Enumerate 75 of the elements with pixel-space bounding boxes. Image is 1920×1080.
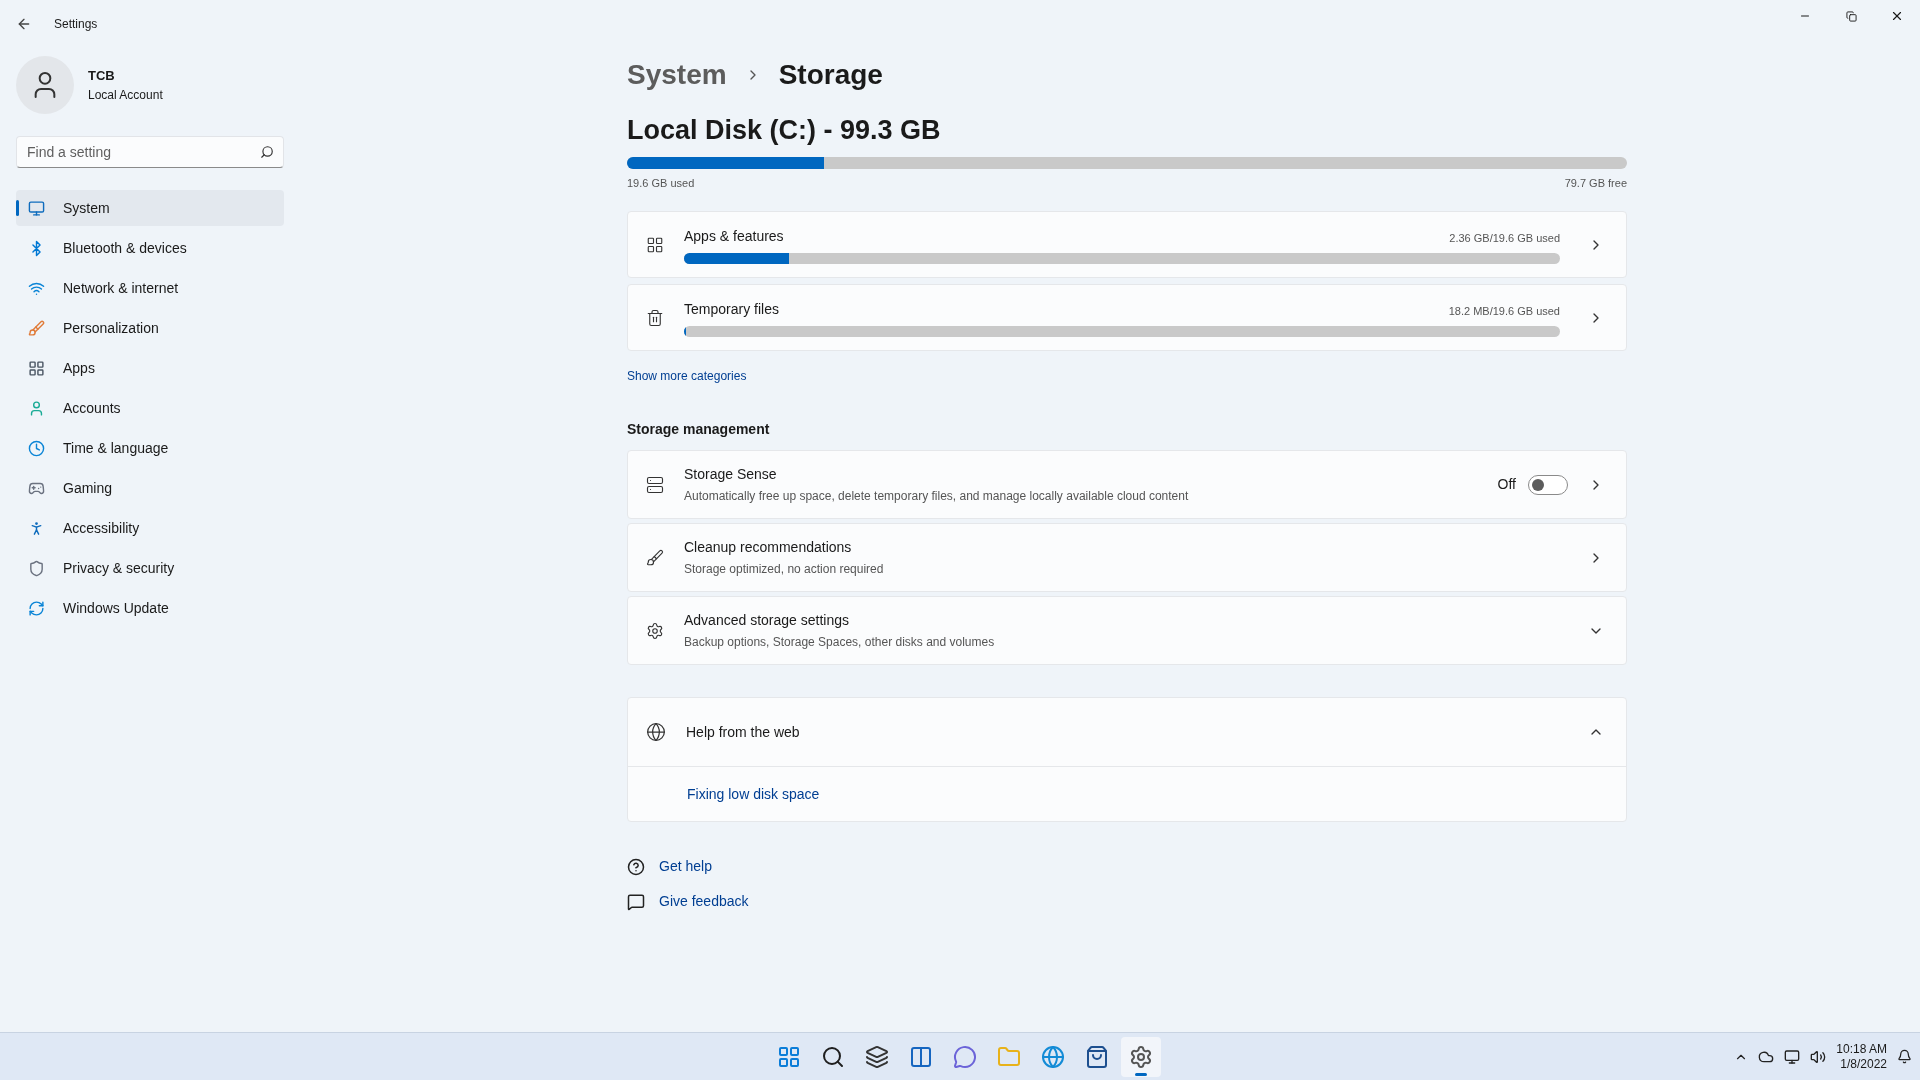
category-title: Apps & features	[684, 226, 784, 246]
nav-item[interactable]: Bluetooth & devices	[16, 230, 284, 266]
widgets-icon	[909, 1044, 933, 1069]
drive-icon	[646, 475, 664, 494]
nav-item[interactable]: Personalization	[16, 310, 284, 346]
setting-description: Automatically free up space, delete temporary files, and manage locally available cloud content	[684, 488, 1190, 505]
chat-icon	[953, 1044, 977, 1069]
help-icon	[627, 857, 645, 876]
shield-icon	[28, 559, 45, 577]
footer-link[interactable]: Get help	[659, 856, 712, 877]
search-icon	[821, 1044, 845, 1069]
apps-icon	[646, 235, 664, 254]
free-label: 79.7 GB free	[1564, 175, 1627, 191]
setting-description: Backup options, Storage Spaces, other disks and volumes	[684, 634, 996, 651]
gear-icon	[646, 621, 664, 640]
account-type: Local Account	[88, 86, 163, 104]
search-field[interactable]: Find a setting	[16, 136, 284, 168]
setting-description: Storage optimized, no action required	[684, 561, 885, 578]
person-icon	[28, 399, 45, 417]
task-view-icon	[865, 1044, 889, 1069]
store-icon	[1085, 1044, 1109, 1069]
nav-item[interactable]: Network & internet	[16, 270, 284, 306]
clock-icon	[28, 439, 45, 457]
window-title: Settings	[54, 16, 98, 33]
nav-item[interactable]: Gaming	[16, 470, 284, 506]
nav-item[interactable]: System	[16, 190, 284, 226]
settings-icon	[1129, 1044, 1153, 1069]
setting-card[interactable]: Storage Sense Automatically free up space, delete temporary files, and manage locally available cloud content Off	[627, 450, 1627, 519]
volume-icon[interactable]	[1810, 1048, 1827, 1065]
setting-card[interactable]: Cleanup recommendations Storage optimized, no action required	[627, 523, 1627, 592]
account-name: TCB	[88, 67, 116, 86]
category-usage: 18.2 MB/19.6 GB used	[1448, 304, 1560, 319]
setting-title: Cleanup recommendations	[684, 538, 853, 557]
apps-icon	[28, 359, 45, 377]
nav-item[interactable]: Windows Update	[16, 590, 284, 626]
restore-icon	[1845, 10, 1857, 22]
back-button[interactable]	[16, 16, 32, 32]
setting-title: Advanced storage settings	[684, 611, 850, 630]
clock-date: 1/8/2022	[1840, 1056, 1887, 1072]
section-heading: Storage management	[627, 420, 771, 439]
footer-link[interactable]: Give feedback	[659, 891, 749, 912]
search-icon	[260, 145, 274, 159]
clock-time: 10:18 AM	[1836, 1041, 1887, 1057]
nav-item[interactable]: Accounts	[16, 390, 284, 426]
toggle-state-label: Off	[1497, 475, 1516, 494]
brush-icon	[28, 319, 45, 337]
nav-item[interactable]: Apps	[16, 350, 284, 386]
setting-title: Storage Sense	[684, 465, 778, 484]
taskbar-button[interactable]	[1121, 1036, 1161, 1077]
category-card[interactable]: Apps & features 2.36 GB/19.6 GB used	[627, 211, 1627, 278]
feedback-icon	[627, 892, 645, 911]
used-label: 19.6 GB used	[627, 175, 695, 191]
nav-item[interactable]: Accessibility	[16, 510, 284, 546]
setting-card[interactable]: Advanced storage settings Backup options, Storage Spaces, other disks and volumes	[627, 596, 1627, 665]
refresh-icon	[28, 599, 45, 617]
close-icon	[1890, 9, 1904, 23]
disk-title: Local Disk (C:) - 99.3 GB	[627, 114, 942, 147]
page-title: Storage	[778, 58, 883, 92]
category-usage: 2.36 GB/19.6 GB used	[1449, 231, 1560, 246]
monitor-icon[interactable]	[1784, 1048, 1801, 1065]
help-link[interactable]: Fixing low disk space	[687, 783, 820, 805]
show-more-link[interactable]: Show more categories	[627, 367, 747, 385]
trash-icon	[646, 308, 664, 327]
globe-icon	[646, 722, 666, 742]
category-card[interactable]: Temporary files 18.2 MB/19.6 GB used	[627, 284, 1627, 351]
toggle-switch[interactable]	[1528, 474, 1568, 495]
folder-icon	[997, 1044, 1021, 1069]
nav-item[interactable]: Time & language	[16, 430, 284, 466]
monitor-icon	[28, 199, 45, 217]
category-title: Temporary files	[684, 299, 779, 319]
breadcrumb-parent[interactable]: System	[627, 54, 727, 96]
nav-item[interactable]: Privacy & security	[16, 550, 284, 586]
help-title: Help from the web	[686, 722, 801, 742]
start-icon	[777, 1044, 801, 1069]
notification-icon[interactable]	[1897, 1049, 1912, 1064]
